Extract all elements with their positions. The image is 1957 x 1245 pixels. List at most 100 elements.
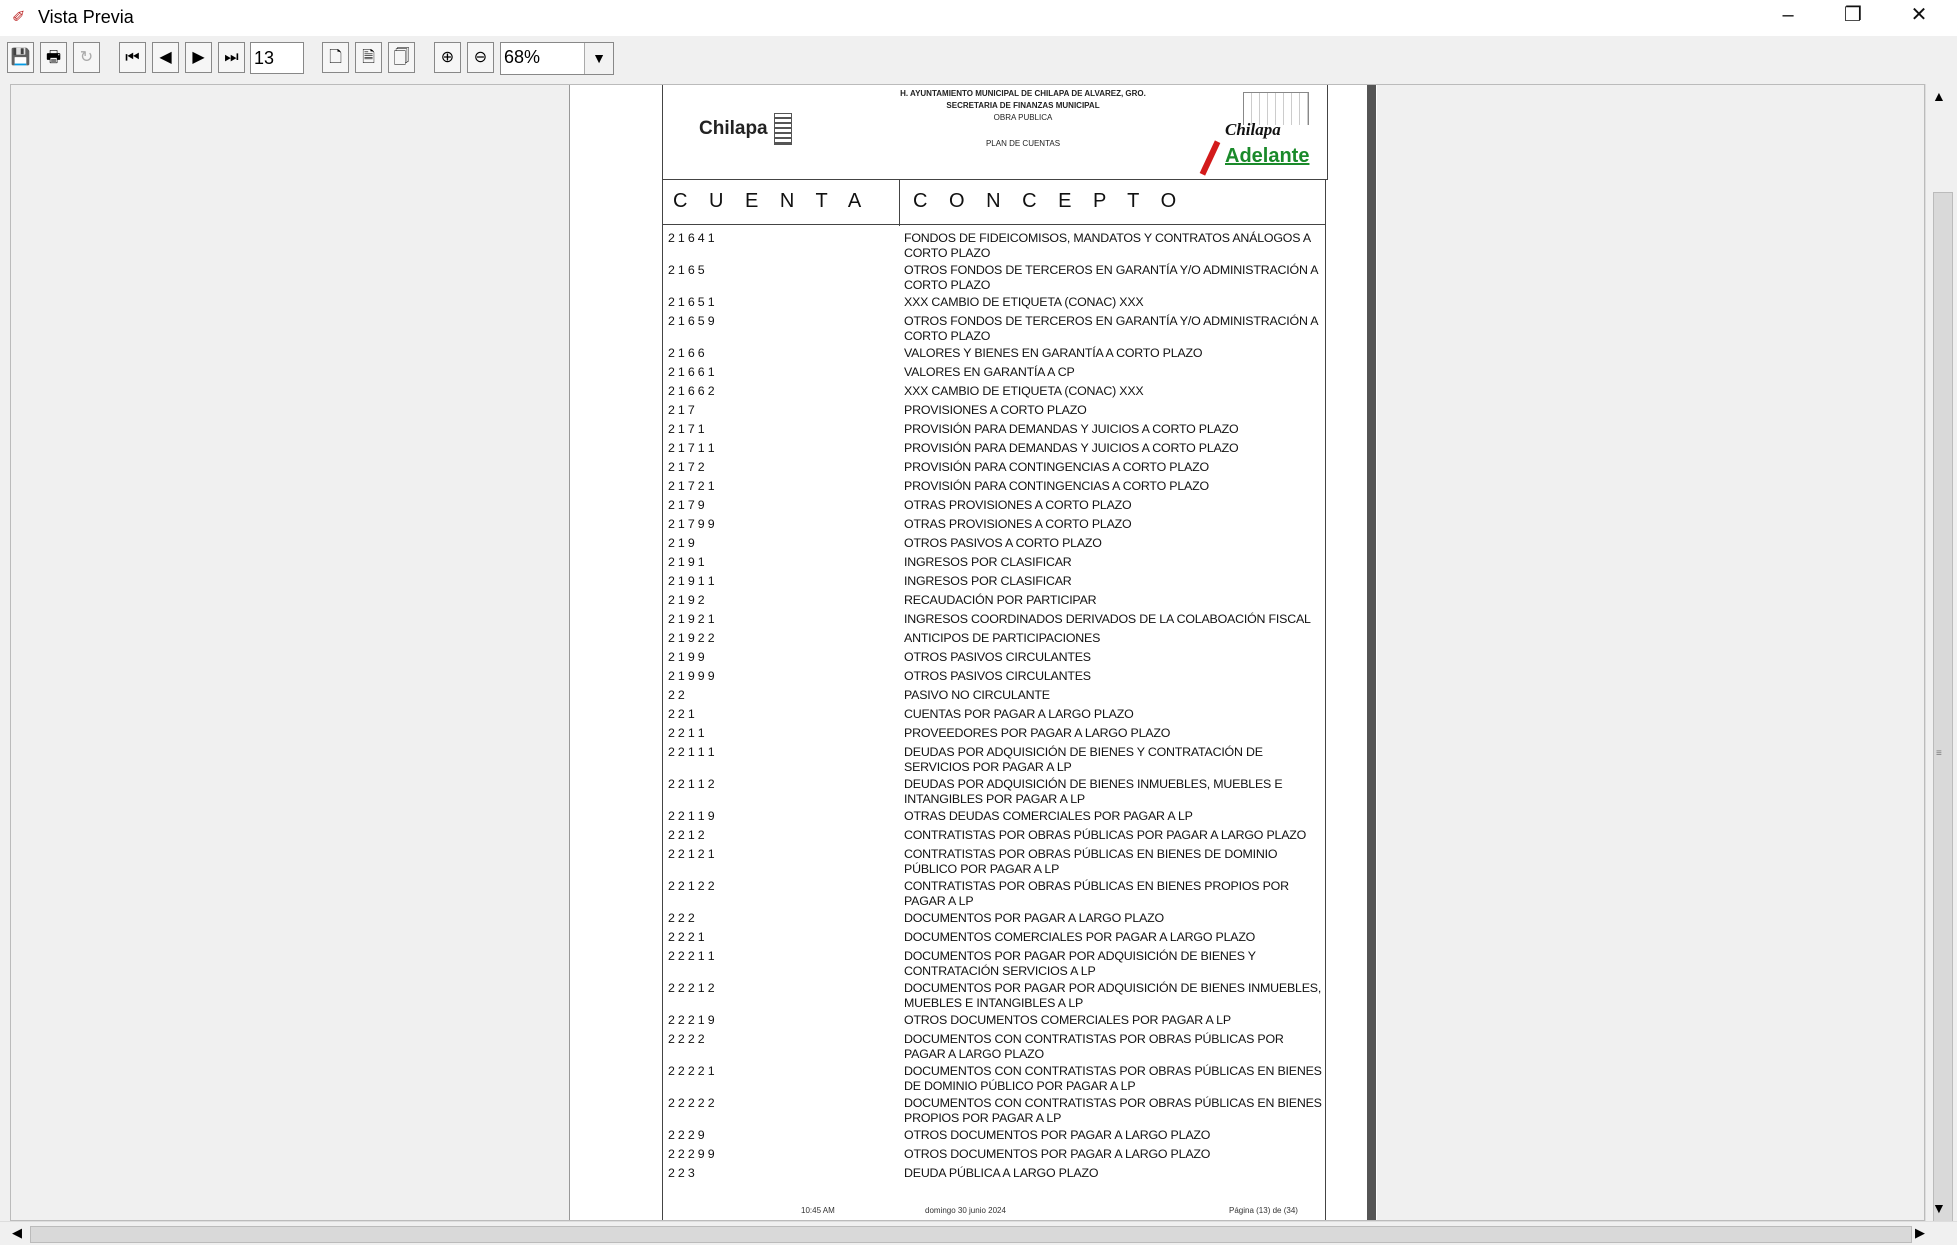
- account-code: 2 2 1 2 1: [668, 847, 715, 861]
- page-number-input[interactable]: 13: [250, 42, 304, 74]
- account-concept: PROVISIÓN PARA DEMANDAS Y JUICIOS A CORT…: [904, 422, 1239, 436]
- account-concept: OTRAS PROVISIONES A CORTO PLAZO: [904, 517, 1132, 531]
- page-shadow: [1367, 85, 1376, 1220]
- close-button[interactable]: ✕: [1886, 0, 1952, 34]
- table-row: 2 2 2 1 2 DOCUMENTOS POR PAGAR POR ADQUIS…: [668, 981, 1328, 1013]
- account-code: 2 2 1 2: [668, 828, 705, 842]
- table-row: 2 2 2 DOCUMENTOS POR PAGAR A LARGO PLAZO: [668, 911, 1328, 930]
- scroll-left-icon[interactable]: ◀: [12, 1225, 22, 1241]
- table-row: 2 2 1 CUENTAS POR PAGAR A LARGO PLAZO: [668, 707, 1328, 726]
- account-code: 2 1 6 4 1: [668, 231, 715, 245]
- page-width-button[interactable]: 🗎: [355, 42, 382, 73]
- single-page-button[interactable]: 🗋: [322, 42, 349, 73]
- table-row: 2 1 7 9 9 OTRAS PROVISIONES A CORTO PLAZO: [668, 517, 1328, 536]
- vertical-scrollbar[interactable]: ▲ ≡ ▼: [1925, 84, 1957, 1224]
- restore-button[interactable]: ❐: [1820, 0, 1886, 34]
- account-concept: OTROS FONDOS DE TERCEROS EN GARANTÍA Y/O…: [904, 314, 1318, 343]
- account-column-header: C U E N T A: [673, 190, 870, 212]
- account-code: 2 2: [668, 688, 685, 702]
- account-concept: OTROS PASIVOS CIRCULANTES: [904, 650, 1091, 664]
- table-row: 2 1 9 2 RECAUDACIÓN POR PARTICIPAR: [668, 593, 1328, 612]
- first-page-button[interactable]: ⏮: [119, 42, 146, 73]
- table-row: 2 2 1 2 CONTRATISTAS POR OBRAS PÚBLICAS P…: [668, 828, 1328, 847]
- account-code: 2 1 7 1: [668, 422, 705, 436]
- account-code: 2 1 6 5 9: [668, 314, 715, 328]
- account-code: 2 2 2 9: [668, 1128, 705, 1142]
- grip-icon: ≡: [1936, 748, 1942, 759]
- account-concept: ANTICIPOS DE PARTICIPACIONES: [904, 631, 1101, 645]
- vertical-scroll-thumb[interactable]: ≡: [1933, 192, 1953, 1224]
- account-concept: PROVEEDORES POR PAGAR A LARGO PLAZO: [904, 726, 1171, 740]
- last-page-button[interactable]: ⏭: [218, 42, 245, 73]
- header-line-4: PLAN DE CUENTAS: [985, 139, 1061, 148]
- whole-page-button[interactable]: 🗍: [388, 42, 415, 73]
- table-row: 2 1 9 1 INGRESOS POR CLASIFICAR: [668, 555, 1328, 574]
- zoom-in-button[interactable]: ⊕: [434, 42, 461, 73]
- account-concept: OTROS DOCUMENTOS POR PAGAR A LARGO PLAZO: [904, 1147, 1211, 1161]
- scroll-up-icon[interactable]: ▲: [1932, 88, 1946, 104]
- horizontal-scroll-thumb[interactable]: [30, 1226, 1912, 1243]
- minimize-button[interactable]: –: [1755, 0, 1821, 34]
- account-concept: FONDOS DE FIDEICOMISOS, MANDATOS Y CONTR…: [904, 231, 1311, 260]
- account-concept: OTRAS DEUDAS COMERCIALES POR PAGAR A LP: [904, 809, 1193, 823]
- account-concept: PROVISIÓN PARA CONTINGENCIAS A CORTO PLA…: [904, 479, 1209, 493]
- zoom-select[interactable]: 68% ▼: [500, 42, 614, 75]
- account-concept: PROVISIÓN PARA CONTINGENCIAS A CORTO PLA…: [904, 460, 1209, 474]
- account-concept: DOCUMENTOS POR PAGAR POR ADQUISICIÓN DE …: [904, 981, 1322, 1010]
- next-page-button[interactable]: ▶: [185, 42, 212, 73]
- account-concept: CONTRATISTAS POR OBRAS PÚBLICAS POR PAGA…: [904, 828, 1307, 842]
- account-code: 2 1 9 9: [668, 650, 705, 664]
- refresh-button[interactable]: ↻: [73, 42, 100, 73]
- account-concept: INGRESOS POR CLASIFICAR: [904, 555, 1072, 569]
- report-page: Chilapa H. AYUNTAMIENTO MUNICIPAL DE CHI…: [569, 85, 1377, 1220]
- header-line-3: OBRA PUBLICA: [993, 113, 1053, 122]
- account-code: 2 1 9 9 9: [668, 669, 715, 683]
- account-code: 2 2 1 1 9: [668, 809, 715, 823]
- account-concept: OTROS FONDOS DE TERCEROS EN GARANTÍA Y/O…: [904, 263, 1318, 292]
- account-concept: CUENTAS POR PAGAR A LARGO PLAZO: [904, 707, 1134, 721]
- account-code: 2 2 1 1: [668, 726, 705, 740]
- account-code: 2 1 9 2 2: [668, 631, 715, 645]
- account-concept: XXX CAMBIO DE ETIQUETA (CONAC) XXX: [904, 384, 1144, 398]
- account-code: 2 1 7 2: [668, 460, 705, 474]
- table-row: 2 2 2 9 OTROS DOCUMENTOS POR PAGAR A LARG…: [668, 1128, 1328, 1147]
- account-concept: INGRESOS POR CLASIFICAR: [904, 574, 1072, 588]
- chilapa-logo-text: Chilapa: [699, 118, 768, 140]
- account-code: 2 1 7 9 9: [668, 517, 715, 531]
- account-code: 2 2 2 1 9: [668, 1013, 715, 1027]
- save-button[interactable]: 💾: [7, 42, 34, 73]
- account-code: 2 1 7: [668, 403, 695, 417]
- account-concept: DOCUMENTOS COMERCIALES POR PAGAR A LARGO…: [904, 930, 1256, 944]
- account-concept: CONTRATISTAS POR OBRAS PÚBLICAS EN BIENE…: [904, 879, 1289, 908]
- zoom-out-button[interactable]: ⊖: [467, 42, 494, 73]
- table-row: 2 1 7 1 PROVISIÓN PARA DEMANDAS Y JUICIOS…: [668, 422, 1328, 441]
- table-row: 2 2 2 2 DOCUMENTOS CON CONTRATISTAS POR O…: [668, 1032, 1328, 1064]
- account-code: 2 1 6 6: [668, 346, 705, 360]
- account-code: 2 2 2 1 2: [668, 981, 715, 995]
- scroll-right-icon[interactable]: ▶: [1915, 1225, 1925, 1241]
- table-row: 2 1 9 9 9 OTROS PASIVOS CIRCULANTES: [668, 669, 1328, 688]
- account-code: 2 2 2 1 1: [668, 949, 715, 963]
- logo-adelante-text: Adelante: [1225, 145, 1310, 167]
- table-row: 2 2 2 2 1 DOCUMENTOS CON CONTRATISTAS POR…: [668, 1064, 1328, 1096]
- account-concept: DOCUMENTOS CON CONTRATISTAS POR OBRAS PÚ…: [904, 1032, 1284, 1061]
- account-code: 2 2 2 2 1: [668, 1064, 715, 1078]
- previous-page-button[interactable]: ◀: [152, 42, 179, 73]
- scroll-down-icon[interactable]: ▼: [1932, 1200, 1946, 1216]
- account-code: 2 2 3: [668, 1166, 695, 1180]
- preview-viewport: Chilapa H. AYUNTAMIENTO MUNICIPAL DE CHI…: [10, 84, 1925, 1221]
- preview-icon: ✐: [12, 9, 26, 26]
- horizontal-scrollbar[interactable]: ◀ ▶: [0, 1221, 1957, 1245]
- chevron-down-icon[interactable]: ▼: [584, 43, 613, 74]
- table-row: 2 1 7 PROVISIONES A CORTO PLAZO: [668, 403, 1328, 422]
- account-code: 2 2 2 2 2: [668, 1096, 715, 1110]
- table-row: 2 1 7 9 OTRAS PROVISIONES A CORTO PLAZO: [668, 498, 1328, 517]
- chilapa-adelante-logo: Chilapa Adelante: [1199, 90, 1313, 178]
- table-row: 2 1 9 OTROS PASIVOS A CORTO PLAZO: [668, 536, 1328, 555]
- account-concept: DEUDAS POR ADQUISICIÓN DE BIENES INMUEBL…: [904, 777, 1283, 806]
- print-button[interactable]: 🖶: [40, 42, 67, 73]
- account-concept: DEUDA PÚBLICA A LARGO PLAZO: [904, 1166, 1099, 1180]
- account-code: 2 2 1 2 2: [668, 879, 715, 893]
- account-code: 2 1 6 5 1: [668, 295, 715, 309]
- table-row: 2 1 6 5 OTROS FONDOS DE TERCEROS EN GARAN…: [668, 263, 1328, 295]
